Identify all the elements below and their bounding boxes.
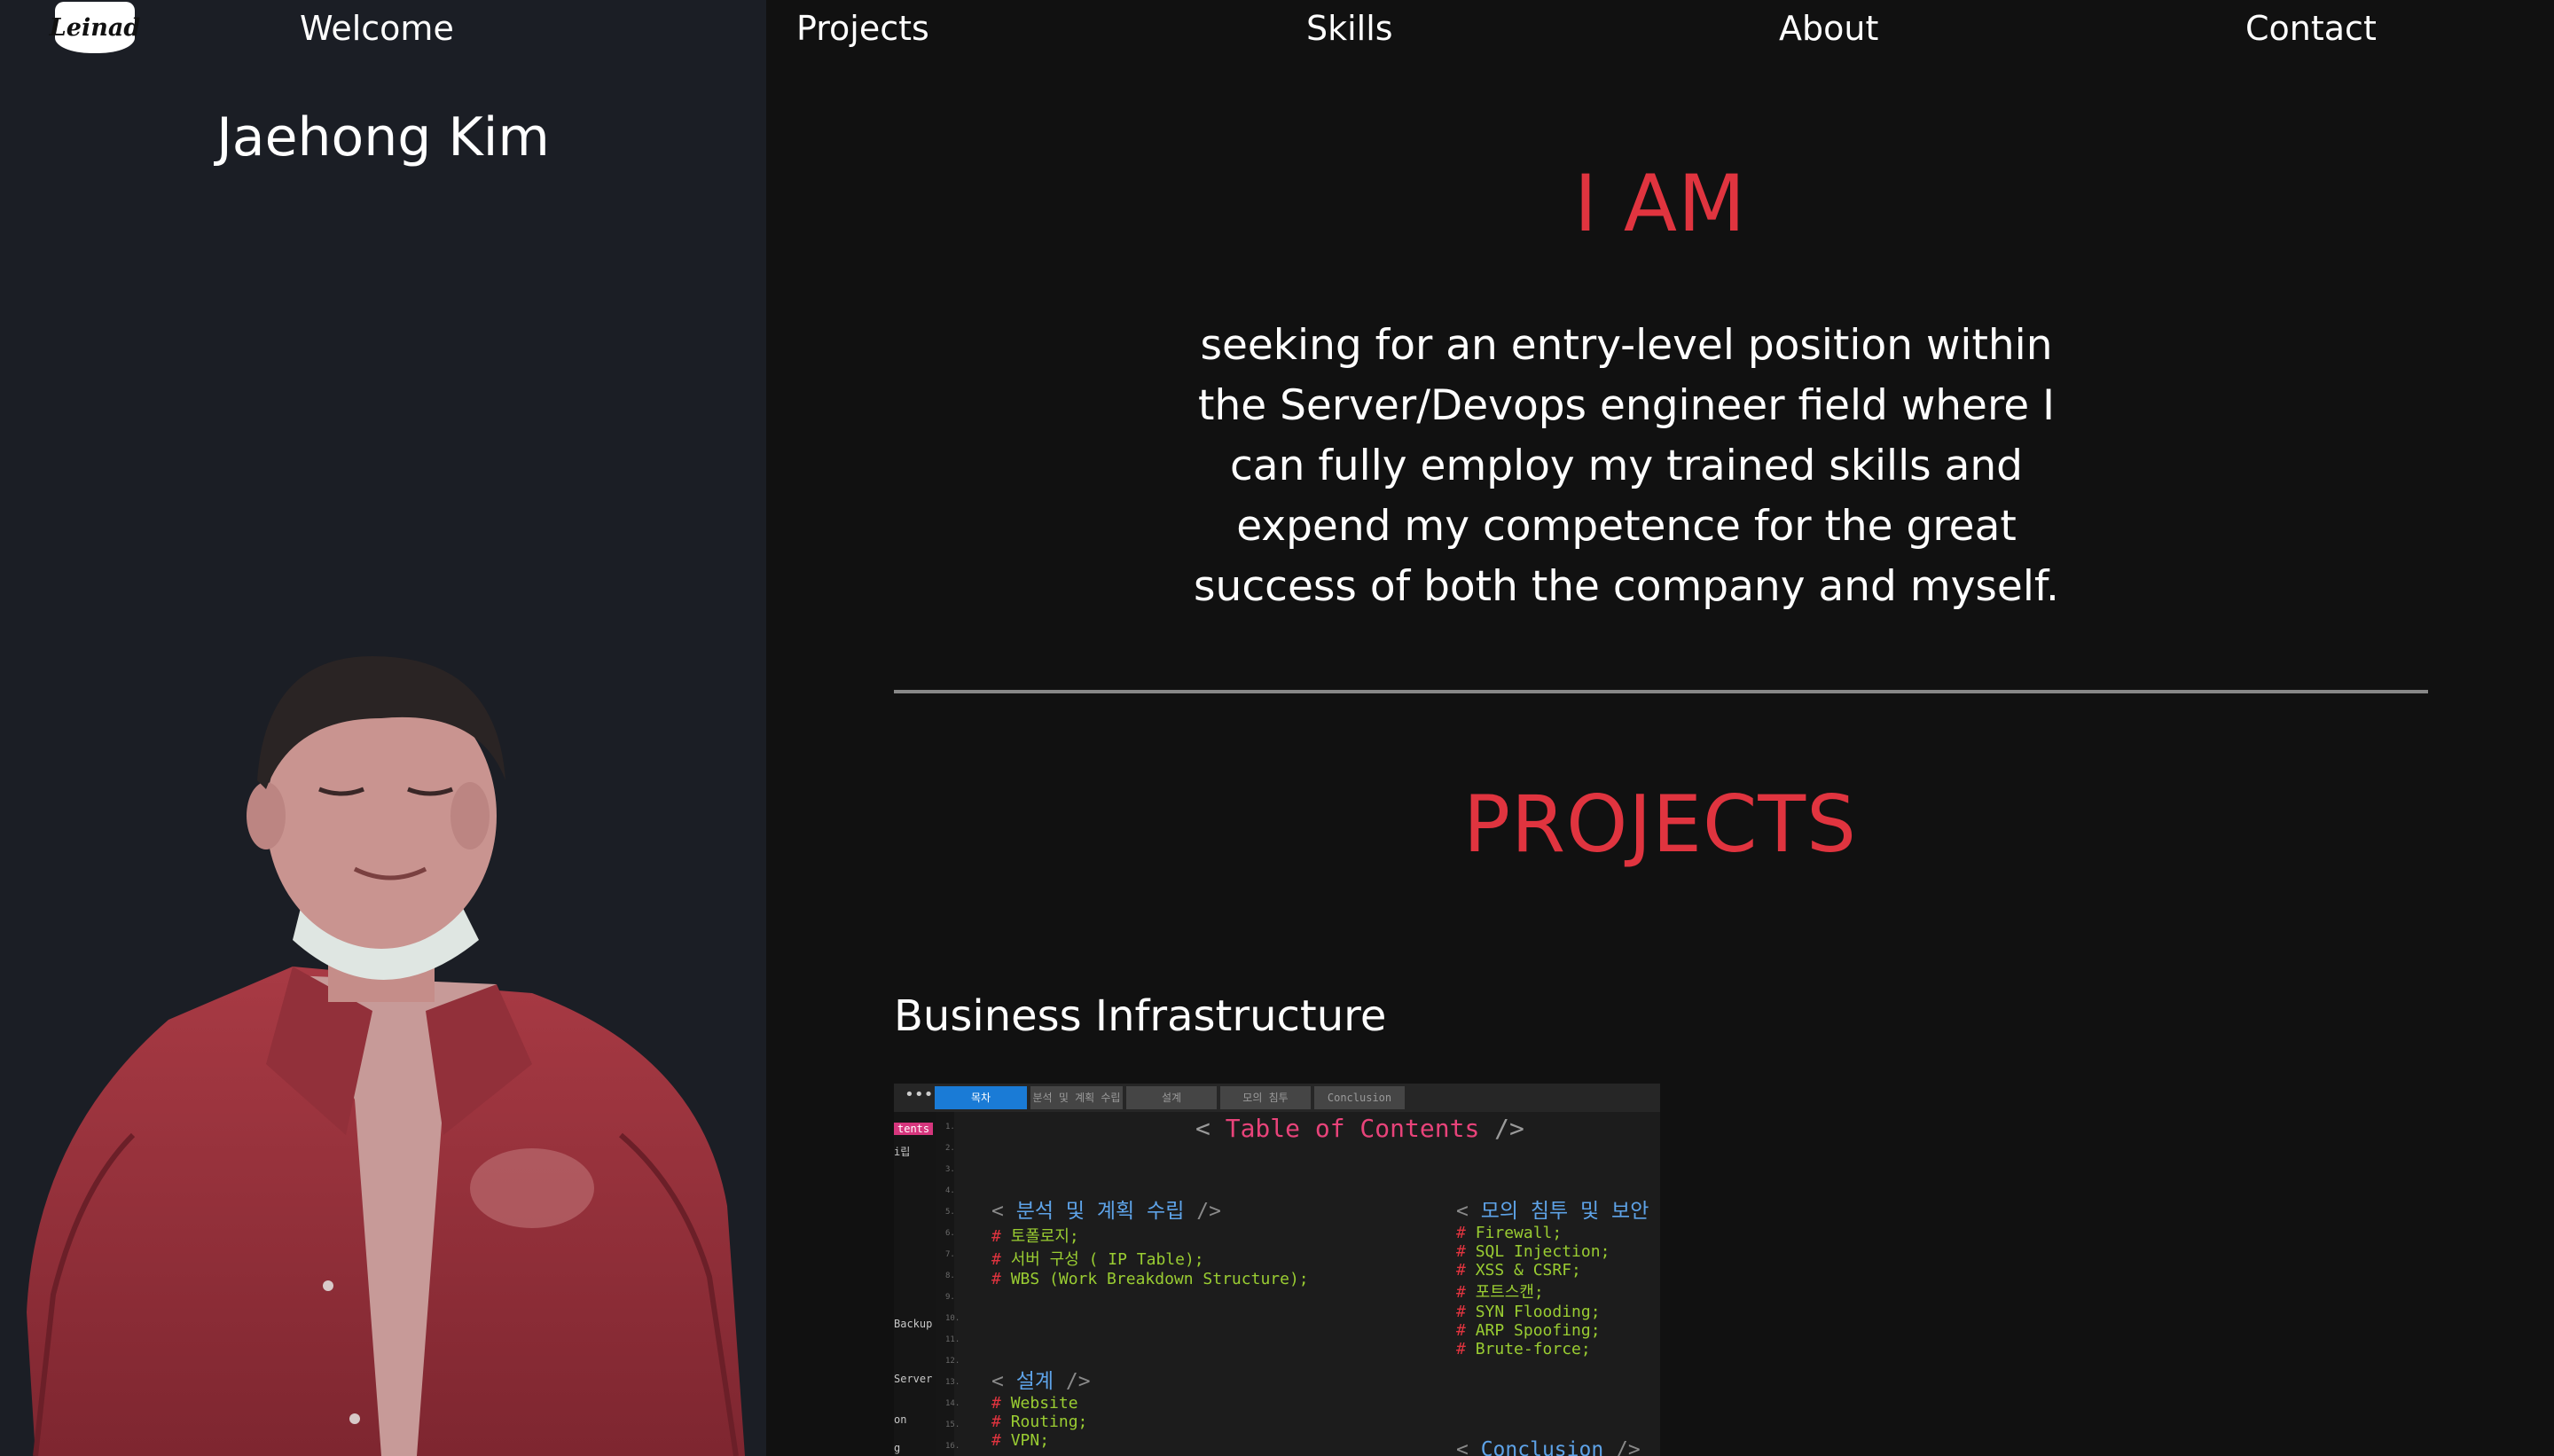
intro-line: seeking for an entry-level position with… [1200, 321, 2053, 370]
intro-line: can fully employ my trained skills and [1229, 442, 2024, 490]
line-number: 9. [945, 1293, 955, 1302]
logo[interactable]: Leinad [50, 2, 140, 53]
more-icon: ••• [905, 1085, 934, 1104]
toc-section-item: # Firewall; [1456, 1224, 1563, 1242]
projects-title: PROJECTS [1462, 779, 1858, 870]
toc-close: /> [1494, 1114, 1524, 1143]
toc-section-heading: < 모의 침투 및 보안 구축 [1456, 1200, 1660, 1223]
line-number: 16. [945, 1442, 960, 1451]
side-label: Backup [894, 1318, 933, 1330]
line-number: 6. [945, 1229, 955, 1238]
preview-tab: 목차 [935, 1086, 1027, 1109]
line-number: 3. [945, 1165, 955, 1174]
portrait-image [27, 656, 745, 1456]
toc-section-heading: < Conclusion /> [1456, 1438, 1641, 1456]
nav-welcome[interactable]: Welcome [300, 5, 454, 51]
main-content: I AM seeking for an entry-level position… [766, 0, 2554, 1456]
sidebar: Leinad Welcome Jaehong Kim [0, 0, 766, 1456]
side-label: g [894, 1442, 901, 1454]
toc-section: < 분석 및 계획 수립 /> # 토폴로지; # 서버 구성 ( IP Table… [991, 1194, 1309, 1288]
toc-heading: < Table of Contents /> [1195, 1114, 1524, 1143]
toc-section: < Conclusion /> [1456, 1438, 1641, 1456]
side-label: tents [894, 1123, 934, 1135]
toc-section-item: # VPN; [991, 1431, 1050, 1450]
toc-section-heading: < 분석 및 계획 수립 /> [991, 1200, 1221, 1223]
project-title: Business Infrastructure [894, 991, 1387, 1041]
line-number: 12. [945, 1357, 960, 1366]
line-number: 15. [945, 1421, 960, 1429]
side-label: Server [894, 1373, 933, 1385]
preview-side-panel: tents i립 Backup Server on g [894, 1112, 936, 1456]
side-label: i립 [894, 1146, 911, 1158]
toc-section-item: # ARP Spoofing; [1456, 1321, 1601, 1340]
toc-section-item: # Brute-force; [1456, 1340, 1591, 1358]
preview-tab: 분석 및 계획 수립 [1030, 1086, 1123, 1109]
toc-open: < [1195, 1114, 1210, 1143]
line-number: 11. [945, 1335, 960, 1344]
line-number: 4. [945, 1186, 955, 1195]
toc-section-item: # XSS & CSRF; [1456, 1261, 1581, 1280]
toc-section-item: # Routing; [991, 1413, 1088, 1431]
toc-section-heading: < 설계 /> [991, 1370, 1091, 1393]
toc-section: < 모의 침투 및 보안 구축# Firewall;# SQL Injectio… [1456, 1194, 1660, 1358]
toc-section-item: # 서버 구성 ( IP Table); [991, 1250, 1204, 1269]
side-label: on [894, 1413, 907, 1426]
toc-section-item: # 토폴로지; [991, 1227, 1079, 1246]
line-number: 7. [945, 1250, 955, 1259]
line-number: 5. [945, 1208, 955, 1217]
toc-section-item: # Website [991, 1394, 1078, 1413]
intro-line: expend my competence for the great [1236, 502, 2017, 551]
intro-line: the Server/Devops engineer field where I [1198, 381, 2055, 430]
preview-tab: 모의 침투 [1220, 1086, 1311, 1109]
logo-text: Leinad [49, 13, 141, 42]
preview-tab: Conclusion [1314, 1086, 1405, 1109]
toc-section-item: # SYN Flooding; [1456, 1303, 1601, 1321]
sidebar-name: Jaehong Kim [216, 106, 550, 168]
line-number: 13. [945, 1378, 960, 1387]
toc-section-item: # SQL Injection; [1456, 1242, 1610, 1261]
toc-title: Table of Contents [1225, 1114, 1480, 1143]
section-divider [894, 690, 2428, 693]
toc-section: < 설계 /> # Website # Routing; # VPN; [991, 1364, 1091, 1450]
intro-text: seeking for an entry-level position with… [1156, 316, 2096, 617]
project-preview-image[interactable]: ••• 목차 분석 및 계획 수립 설계 모의 침투 Conclusion te… [894, 1084, 1660, 1456]
intro-line: success of both the company and myself. [1194, 562, 2059, 611]
preview-tab: 설계 [1126, 1086, 1217, 1109]
line-number: 2. [945, 1144, 955, 1153]
line-number: 10. [945, 1314, 960, 1323]
toc-section-item: # WBS (Work Breakdown Structure); [991, 1270, 1309, 1288]
line-number: 14. [945, 1399, 960, 1408]
toc-section-item: # 포트스캔; [1456, 1283, 1544, 1302]
line-number: 8. [945, 1272, 955, 1280]
preview-tabbar: ••• 목차 분석 및 계획 수립 설계 모의 침투 Conclusion [894, 1084, 1660, 1112]
intro-title: I AM [1573, 158, 1747, 249]
line-number: 1. [945, 1123, 955, 1131]
